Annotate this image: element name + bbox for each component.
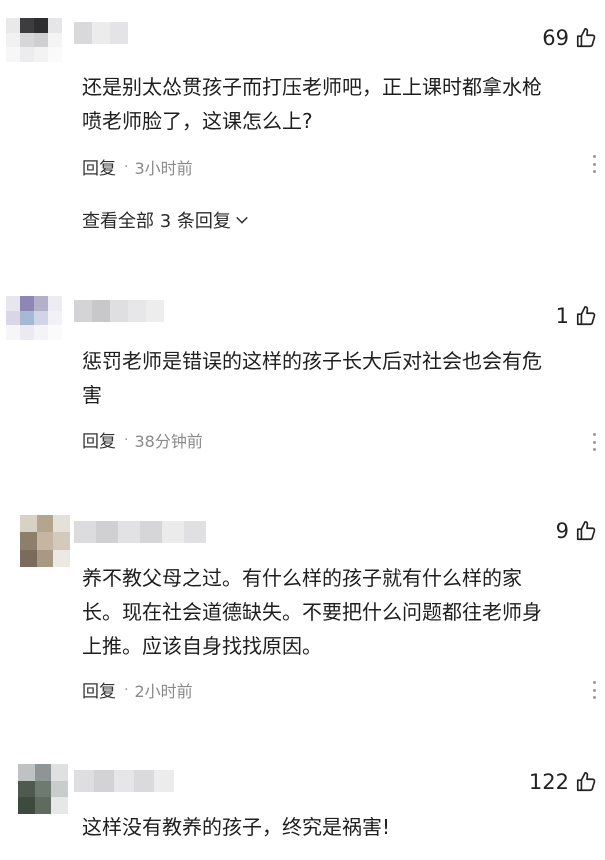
comment-meta: 回复 · 3小时前 — [82, 154, 193, 180]
comment-text: 养不教父母之过。有什么样的孩子就有什么样的家 长。现在社会道德缺失。不要把什么问… — [82, 566, 542, 658]
avatar[interactable] — [20, 515, 70, 567]
avatar[interactable] — [18, 764, 68, 814]
thumbs-up-icon — [576, 306, 596, 326]
thumbs-up-icon — [576, 521, 596, 541]
thumbs-up-icon — [576, 28, 596, 48]
separator-dot: · — [124, 681, 129, 698]
reply-button[interactable]: 回复 — [82, 154, 116, 179]
like-count: 9 — [555, 519, 569, 543]
timestamp: 2小时前 — [134, 681, 193, 701]
username[interactable] — [74, 770, 174, 792]
thumbs-up-icon — [576, 772, 596, 792]
timestamp: 38分钟前 — [134, 431, 203, 451]
comment-item: 69 还是别太怂贯孩子而打压老师吧，正上课时都拿水枪 喷老师脸了，这课怎么上? … — [0, 18, 605, 248]
comment-meta: 回复 · 38分钟前 — [82, 427, 203, 453]
more-vertical-icon[interactable] — [591, 681, 597, 699]
chevron-down-icon — [236, 216, 248, 224]
separator-dot: · — [124, 431, 129, 448]
comment-item: 122 这样没有教养的孩子，终究是祸害! — [0, 764, 605, 860]
comment-text: 这样没有教养的孩子，终究是祸害! — [82, 815, 391, 839]
comment-item: 1 惩罚老师是错误的这样的孩子长大后对社会也会有危 害 回复 · 38分钟前 — [0, 296, 605, 466]
reply-button[interactable]: 回复 — [82, 677, 116, 702]
username[interactable] — [74, 521, 206, 543]
like-button[interactable]: 69 — [542, 26, 597, 50]
like-count: 122 — [528, 770, 569, 794]
like-button[interactable]: 9 — [556, 519, 597, 543]
separator-dot: · — [124, 158, 129, 175]
comment-item: 9 养不教父母之过。有什么样的孩子就有什么样的家 长。现在社会道德缺失。不要把什… — [0, 511, 605, 711]
username[interactable] — [74, 300, 164, 322]
like-count: 1 — [555, 304, 569, 328]
view-all-label: 查看全部 3 条回复 — [82, 211, 231, 232]
reply-button[interactable]: 回复 — [82, 427, 116, 452]
like-count: 69 — [542, 26, 569, 50]
comment-text: 惩罚老师是错误的这样的孩子长大后对社会也会有危 害 — [82, 349, 542, 407]
comment-text: 还是别太怂贯孩子而打压老师吧，正上课时都拿水枪 喷老师脸了，这课怎么上? — [82, 75, 542, 133]
more-vertical-icon[interactable] — [591, 433, 597, 451]
like-button[interactable]: 122 — [529, 770, 597, 794]
comment-meta: 回复 · 2小时前 — [82, 677, 193, 703]
view-all-replies-button[interactable]: 查看全部 3 条回复 — [82, 207, 249, 233]
timestamp: 3小时前 — [134, 158, 193, 178]
more-vertical-icon[interactable] — [591, 155, 597, 173]
avatar[interactable] — [6, 296, 62, 340]
avatar[interactable] — [6, 18, 62, 62]
username[interactable] — [74, 22, 128, 44]
like-button[interactable]: 1 — [556, 304, 597, 328]
